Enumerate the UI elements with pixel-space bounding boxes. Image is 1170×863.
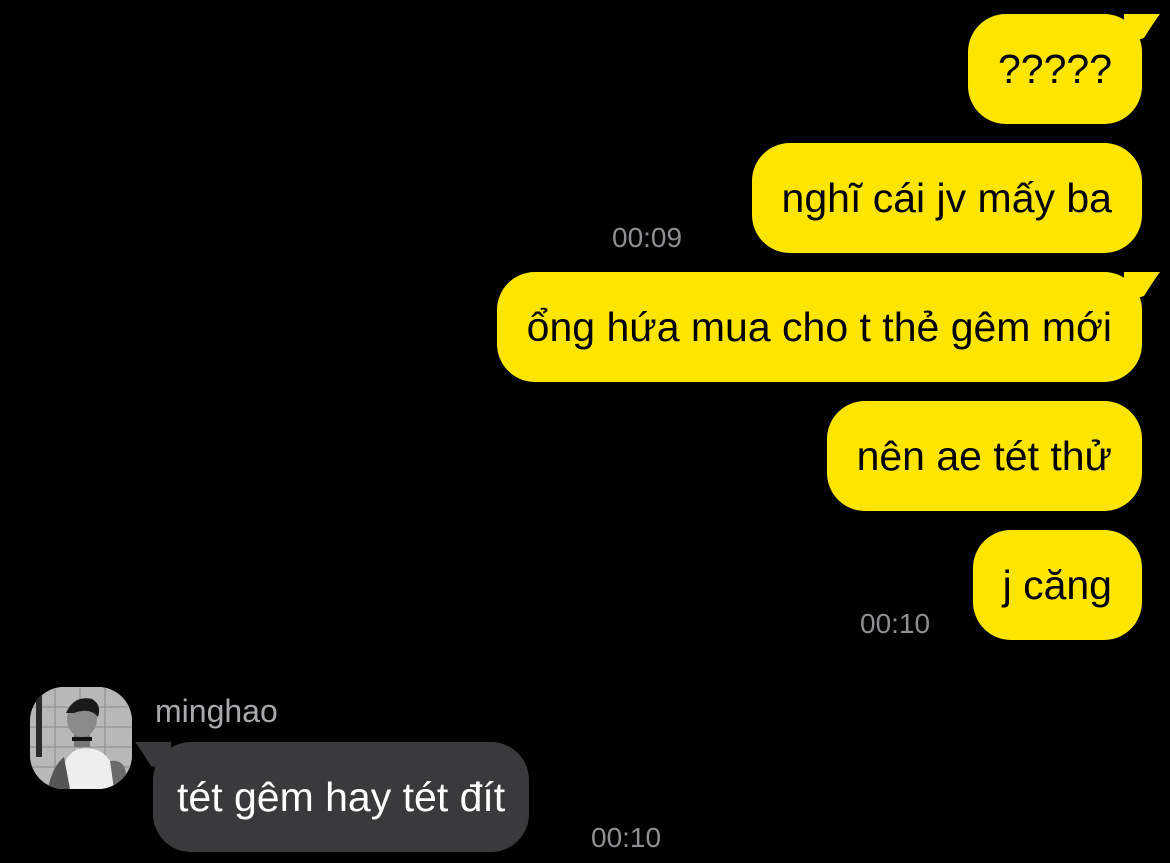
- outgoing-message-bubble[interactable]: j căng: [972, 530, 1142, 640]
- message-timestamp: 00:09: [612, 222, 683, 253]
- bubble-tail: [135, 742, 171, 772]
- outgoing-message-bubble[interactable]: ổng hứa mua cho t thẻ gêm mới: [496, 272, 1160, 382]
- profile-photo-icon: [30, 687, 132, 789]
- avatar[interactable]: [30, 687, 132, 789]
- outgoing-message-bubble[interactable]: nên ae tét thử: [826, 401, 1142, 511]
- message-text: tét gêm hay tét đít: [177, 774, 506, 820]
- message-text: ?????: [997, 46, 1112, 92]
- outgoing-message-bubble[interactable]: ?????: [967, 14, 1160, 124]
- bubble-tail: [1124, 272, 1160, 302]
- outgoing-message-bubble[interactable]: nghĩ cái jv mấy ba: [751, 143, 1142, 253]
- message-timestamp: 00:10: [860, 608, 931, 639]
- message-text: nên ae tét thử: [856, 433, 1112, 479]
- sender-name: minghao: [155, 693, 278, 729]
- message-text: nghĩ cái jv mấy ba: [781, 175, 1112, 221]
- message-text: j căng: [1002, 562, 1112, 608]
- message-text: ổng hứa mua cho t thẻ gêm mới: [526, 304, 1112, 350]
- incoming-message-bubble[interactable]: tét gêm hay tét đít: [135, 742, 530, 852]
- message-timestamp: 00:10: [591, 822, 662, 853]
- bubble-tail: [1124, 14, 1160, 44]
